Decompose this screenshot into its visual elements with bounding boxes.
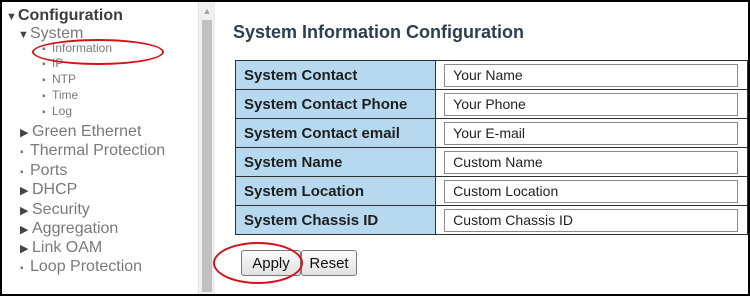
browser-frame: ▼Configuration ▼System ▪ Information ▪ IP … [0, 0, 750, 296]
table-row: System Location [234, 176, 748, 206]
nav-item-configuration[interactable]: ▼Configuration [6, 7, 123, 26]
expanded-icon: ▼ [18, 29, 29, 41]
reset-button[interactable]: Reset [301, 250, 357, 276]
collapsed-icon: ▶ [20, 224, 29, 236]
nav-item-thermal-protection[interactable]: ▪ Thermal Protection [20, 142, 165, 161]
collapsed-icon: ▶ [20, 205, 29, 217]
system-contact-phone-input[interactable] [444, 92, 739, 116]
nav-item-security[interactable]: ▶ Security [20, 201, 90, 220]
collapsed-icon: ▶ [20, 127, 29, 139]
bullet-icon: ▪ [42, 107, 46, 118]
expanded-icon: ▼ [6, 11, 17, 23]
row-label: System Chassis ID [234, 205, 437, 235]
nav-item-ports[interactable]: ▪ Ports [20, 162, 67, 181]
table-row: System Contact Phone [234, 89, 748, 119]
nav-item-green-ethernet[interactable]: ▶ Green Ethernet [20, 123, 141, 142]
table-row: System Contact [234, 60, 748, 90]
nav-item-link-oam[interactable]: ▶ Link OAM [20, 239, 102, 258]
nav-item-ntp[interactable]: ▪ NTP [42, 73, 76, 87]
row-label: System Name [234, 147, 437, 177]
row-label: System Location [234, 176, 437, 206]
system-chassis-id-input[interactable] [444, 208, 739, 232]
annotation-circle-apply [213, 242, 303, 284]
nav-item-loop-protection[interactable]: ▪ Loop Protection [20, 258, 142, 277]
system-info-table: System Contact System Contact Phone Syst… [234, 60, 748, 235]
collapsed-icon: ▶ [20, 243, 29, 255]
system-name-input[interactable] [444, 150, 739, 174]
page-title: System Information Configuration [233, 22, 525, 42]
table-row: System Name [234, 147, 748, 177]
sidebar-scrollbar[interactable]: ▲ [198, 2, 215, 294]
nav-item-aggregation[interactable]: ▶ Aggregation [20, 220, 118, 239]
nav-item-log[interactable]: ▪ Log [42, 105, 72, 119]
scrollbar-thumb[interactable] [202, 20, 212, 292]
row-label: System Contact Phone [234, 89, 437, 119]
bullet-icon: ▪ [20, 147, 24, 158]
nav-item-dhcp[interactable]: ▶ DHCP [20, 181, 77, 200]
nav-item-time[interactable]: ▪ Time [42, 89, 78, 103]
row-label: System Contact [234, 60, 437, 90]
system-contact-email-input[interactable] [444, 121, 739, 145]
scroll-up-icon[interactable]: ▲ [199, 4, 215, 18]
bullet-icon: ▪ [20, 167, 24, 178]
bullet-icon: ▪ [42, 91, 46, 102]
system-contact-input[interactable] [444, 63, 739, 87]
sidebar-nav: ▼Configuration ▼System ▪ Information ▪ IP … [2, 2, 198, 294]
main-content: System Information Configuration System … [213, 2, 748, 294]
bullet-icon: ▪ [42, 75, 46, 86]
system-location-input[interactable] [444, 179, 739, 203]
table-row: System Chassis ID [234, 205, 748, 235]
collapsed-icon: ▶ [20, 185, 29, 197]
annotation-circle-information [32, 39, 164, 65]
row-label: System Contact email [234, 118, 437, 148]
bullet-icon: ▪ [20, 263, 24, 274]
table-row: System Contact email [234, 118, 748, 148]
